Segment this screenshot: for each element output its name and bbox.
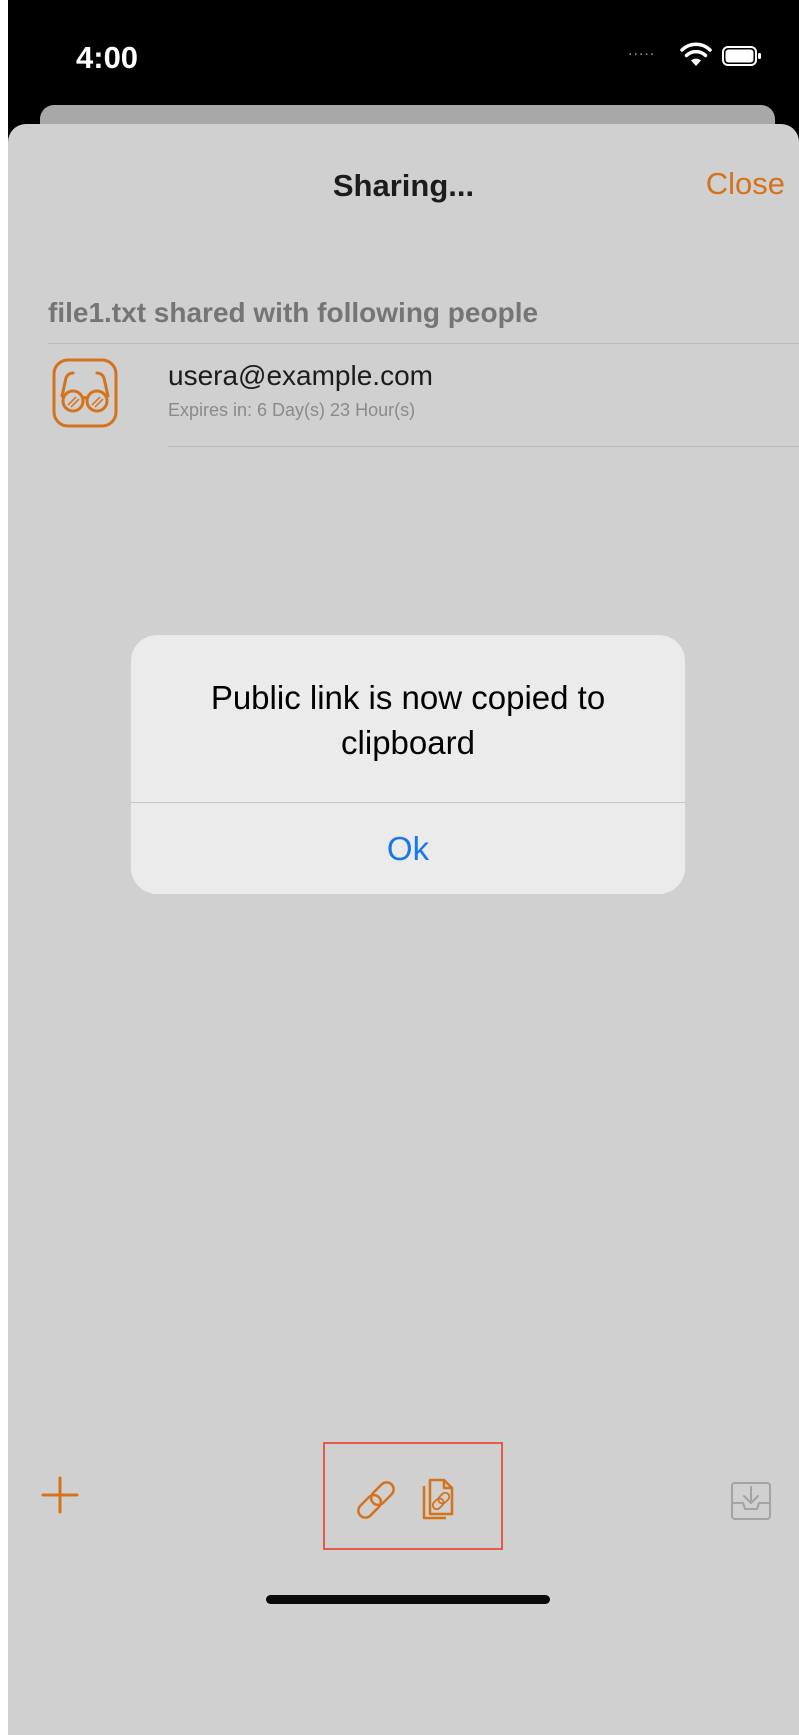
link-icon[interactable] <box>351 1475 401 1525</box>
share-email: usera@example.com <box>168 360 433 391</box>
device-frame: 4:00 ..... Sharing... Close file1.txt sh… <box>8 0 799 1735</box>
row-divider <box>168 446 799 447</box>
wifi-icon <box>680 42 712 66</box>
screen: 4:00 ..... Sharing... Close file1.txt sh… <box>0 0 799 1735</box>
home-indicator <box>266 1595 550 1604</box>
import-icon[interactable] <box>729 1479 773 1523</box>
page-title: Sharing... <box>332 168 475 203</box>
plus-icon[interactable] <box>40 1475 80 1515</box>
glasses-icon <box>52 358 118 428</box>
share-row[interactable]: usera@example.com Expires in: 6 Day(s) 2… <box>8 344 799 444</box>
signal-dots: ..... <box>628 42 656 59</box>
highlight-box <box>323 1442 503 1550</box>
alert-message: Public link is now copied to clipboard <box>210 679 606 761</box>
status-bar: 4:00 ..... <box>8 0 799 110</box>
copy-link-icon[interactable] <box>418 1474 462 1520</box>
share-expiry: Expires in: 6 Day(s) 23 Hour(s) <box>168 400 416 420</box>
battery-icon <box>722 46 761 66</box>
ok-button[interactable]: Ok <box>131 803 685 894</box>
alert-dialog: Public link is now copied to clipboard O… <box>131 635 685 894</box>
share-section-header: file1.txt shared with following people <box>48 297 539 328</box>
close-button[interactable]: Close <box>706 166 785 202</box>
status-time: 4:00 <box>76 40 139 75</box>
